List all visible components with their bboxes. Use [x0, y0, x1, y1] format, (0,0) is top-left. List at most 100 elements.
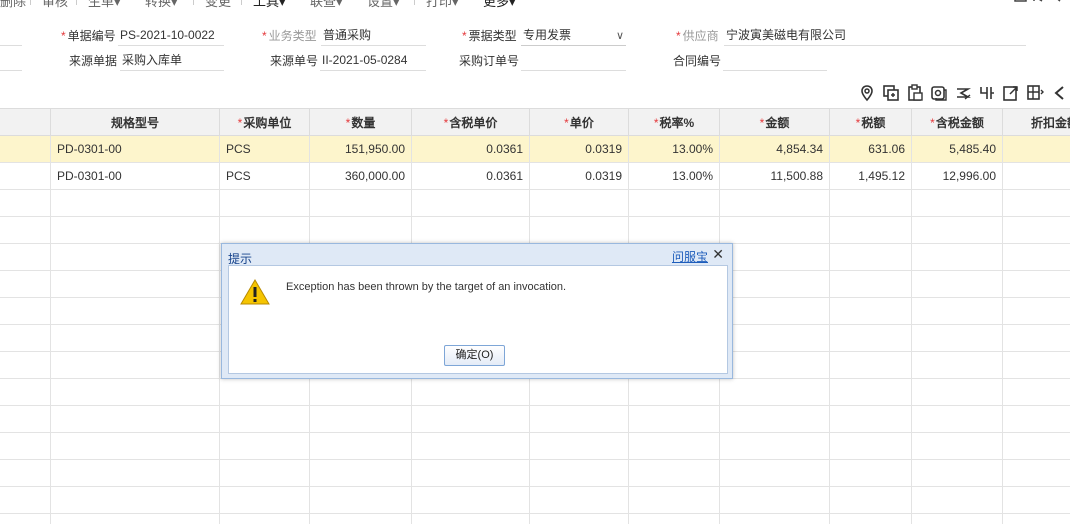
cell-qty[interactable]: 360,000.00	[309, 162, 412, 190]
empty-row[interactable]	[0, 216, 1070, 244]
copy-row-icon[interactable]	[882, 84, 900, 102]
cell-amount[interactable]: 11,500.88	[719, 162, 830, 190]
toolbar-more[interactable]: 更多▾	[483, 0, 516, 10]
filter-icon[interactable]	[978, 84, 996, 102]
empty-row[interactable]	[0, 378, 1070, 406]
toolbar-settings[interactable]: 设置▾	[367, 0, 400, 10]
source-no-field: 来源单号 II-2021-05-0284	[270, 52, 428, 72]
cell-unit[interactable]: PCS	[219, 162, 310, 190]
cell-total[interactable]: 12,996.00	[911, 162, 1003, 190]
cell-total[interactable]: 5,485.40	[911, 135, 1003, 163]
cell-unit[interactable]: PCS	[219, 135, 310, 163]
toolbar-audit[interactable]: 审核	[42, 0, 68, 10]
supplier-field: * 供应商 宁波寅美磁电有限公司	[676, 27, 1028, 47]
cut-field-top	[0, 27, 24, 47]
col-header-tax-rate[interactable]: *税率%	[628, 108, 720, 136]
cell-amount[interactable]: 4,854.34	[719, 135, 830, 163]
warning-icon	[240, 279, 270, 305]
cell-tax-rate[interactable]: 13.00%	[628, 135, 720, 163]
invoice-type-select[interactable]: 专用发票 ∨	[521, 27, 626, 46]
window-controls-icon	[1014, 0, 1061, 2]
alert-dialog: 提示 问服宝 ✕ Exception has been thrown by th…	[221, 243, 733, 379]
contract-no-input[interactable]	[723, 52, 827, 71]
cut-input-top[interactable]	[0, 27, 22, 46]
source-doc-input[interactable]: 采购入库单	[120, 52, 224, 71]
table-row[interactable]: PD-0301-00 PCS 360,000.00 0.0361 0.0319 …	[0, 162, 1070, 190]
biz-type-field: * 业务类型 普通采购	[262, 27, 428, 47]
paste-row-icon[interactable]	[906, 84, 924, 102]
dialog-body: Exception has been thrown by the target …	[228, 265, 728, 374]
cell-tax-amount[interactable]: 1,495.12	[829, 162, 912, 190]
empty-row[interactable]	[0, 405, 1070, 433]
source-doc-field: 来源单据 采购入库单	[69, 52, 226, 72]
toolbar-divider	[241, 0, 242, 5]
cell-price[interactable]: 0.0319	[529, 135, 629, 163]
toolbar-change[interactable]: 变更	[205, 0, 231, 10]
toolbar-delete[interactable]: 删除	[0, 0, 26, 10]
cell-tax-price[interactable]: 0.0361	[411, 162, 530, 190]
invoice-type-field: * 票据类型 专用发票 ∨	[462, 27, 628, 47]
col-header-price[interactable]: *单价	[529, 108, 629, 136]
col-header-tax-price[interactable]: *含税单价	[411, 108, 530, 136]
cut-field	[0, 52, 24, 72]
more-icon[interactable]	[1050, 84, 1068, 102]
main-toolbar: 删除 审核 生单▾ 转换▾ 变更 工具▾ 联查▾ 设置▾ 打印▾ 更多▾	[0, 0, 1070, 9]
supplier-input[interactable]: 宁波寅美磁电有限公司	[724, 27, 1026, 46]
cell[interactable]	[0, 135, 51, 163]
cell-price[interactable]: 0.0319	[529, 162, 629, 190]
cell-discount[interactable]	[1002, 162, 1070, 190]
toolbar-print[interactable]: 打印▾	[426, 0, 459, 10]
invoice-page: 删除 审核 生单▾ 转换▾ 变更 工具▾ 联查▾ 设置▾ 打印▾ 更多▾ * 单据…	[0, 0, 1070, 524]
toolbar-convert[interactable]: 转换▾	[145, 0, 178, 10]
dialog-message: Exception has been thrown by the target …	[286, 281, 567, 293]
doc-no-input[interactable]: PS-2021-10-0022	[118, 27, 224, 46]
batch-icon[interactable]	[930, 84, 948, 102]
empty-row[interactable]	[0, 486, 1070, 514]
toolbar-divider	[193, 0, 194, 5]
col-header-discount[interactable]: 折扣金额	[1002, 108, 1070, 136]
ok-button[interactable]: 确定(O)	[444, 345, 505, 366]
cell-spec[interactable]: PD-0301-00	[50, 135, 220, 163]
grid-header-row: 规格型号 *采购单位 *数量 *含税单价 *单价 *税率% *金额 *税额 *含…	[0, 108, 1070, 136]
empty-row[interactable]	[0, 189, 1070, 217]
col-header[interactable]	[0, 108, 51, 136]
col-header-tax-amount[interactable]: *税额	[829, 108, 912, 136]
grid-icon-bar	[858, 84, 1070, 104]
toolbar-divider	[30, 0, 31, 5]
table-row[interactable]: PD-0301-00 PCS 151,950.00 0.0361 0.0319 …	[0, 135, 1070, 163]
col-header-spec[interactable]: 规格型号	[50, 108, 220, 136]
cell-tax-amount[interactable]: 631.06	[829, 135, 912, 163]
toolbar-divider	[76, 0, 77, 5]
toolbar-tools[interactable]: 工具▾	[253, 0, 286, 10]
cell-qty[interactable]: 151,950.00	[309, 135, 412, 163]
empty-row[interactable]	[0, 432, 1070, 460]
col-header-qty[interactable]: *数量	[309, 108, 412, 136]
close-icon[interactable]: ✕	[712, 246, 724, 263]
toolbar-divider	[414, 0, 415, 5]
po-no-input[interactable]	[521, 52, 626, 71]
empty-row[interactable]	[0, 513, 1070, 524]
doc-no-field: * 单据编号 PS-2021-10-0022	[61, 27, 226, 47]
cut-input[interactable]	[0, 52, 22, 71]
cell-tax-rate[interactable]: 13.00%	[628, 162, 720, 190]
col-header-unit[interactable]: *采购单位	[219, 108, 310, 136]
toolbar-query[interactable]: 联查▾	[310, 0, 343, 10]
biz-type-input[interactable]: 普通采购	[321, 27, 426, 46]
toolbar-right-icons[interactable]	[1014, 0, 1066, 6]
formula-icon[interactable]	[954, 84, 972, 102]
cell-spec[interactable]: PD-0301-00	[50, 162, 220, 190]
cell-discount[interactable]	[1002, 135, 1070, 163]
po-no-field: 采购订单号	[459, 52, 628, 72]
help-link[interactable]: 问服宝	[672, 248, 708, 265]
source-no-input[interactable]: II-2021-05-0284	[320, 52, 426, 71]
toolbar-generate[interactable]: 生单▾	[88, 0, 121, 10]
cell[interactable]	[0, 162, 51, 190]
chevron-down-icon: ∨	[615, 30, 624, 42]
cell-tax-price[interactable]: 0.0361	[411, 135, 530, 163]
grid-settings-icon[interactable]	[1026, 84, 1044, 102]
col-header-total[interactable]: *含税金额	[911, 108, 1003, 136]
empty-row[interactable]	[0, 459, 1070, 487]
location-icon[interactable]	[858, 84, 876, 102]
export-icon[interactable]	[1002, 84, 1020, 102]
col-header-amount[interactable]: *金额	[719, 108, 830, 136]
